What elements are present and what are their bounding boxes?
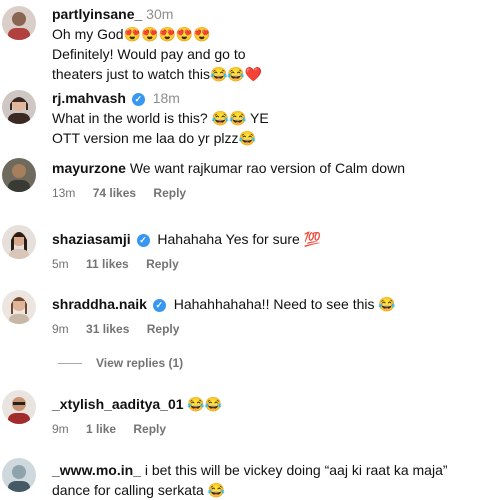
avatar[interactable] [2, 458, 36, 492]
avatar[interactable] [2, 225, 36, 259]
reply-button[interactable]: Reply [147, 322, 180, 336]
comment-text: Hahahhahaha!! Need to see this 😂 [173, 296, 396, 312]
view-replies-label: View replies (1) [96, 356, 184, 370]
comment-username[interactable]: _xtylish_aaditya_01 [52, 396, 184, 412]
likes-count[interactable]: 1 like [86, 422, 116, 436]
likes-count[interactable]: 31 likes [86, 322, 129, 336]
comment-text: We want rajkumar rao version of Calm dow… [129, 160, 405, 176]
verified-badge-icon: ✓ [131, 93, 145, 106]
comment-username[interactable]: shaziasamji [52, 231, 131, 247]
comment-time: 13m [52, 186, 76, 200]
divider-line [58, 363, 82, 365]
comment-time: 9m [52, 322, 69, 336]
avatar[interactable] [2, 90, 36, 124]
avatar[interactable] [2, 290, 36, 324]
comment-username[interactable]: rj.mahvash [52, 90, 126, 106]
comment-text: Definitely! Would pay and go to [52, 46, 246, 62]
reply-button[interactable]: Reply [133, 422, 166, 436]
comment-text: OTT version me laa do yr plzz😂 [52, 130, 256, 146]
likes-count[interactable]: 11 likes [86, 257, 129, 271]
comment-text: 😂😂 [187, 396, 223, 412]
comment-text: Hahahaha Yes for sure 💯 [157, 231, 322, 247]
comment-text: dance for calling serkata 😂 [52, 482, 226, 498]
comment-time: 18m [152, 90, 180, 106]
comment-time: 5m [52, 257, 69, 271]
comment-time: 30m [146, 6, 174, 22]
comment-username[interactable]: partlyinsane_ [52, 6, 142, 22]
comment-text: Oh my God😍😍😍😍😍 [52, 26, 211, 42]
avatar[interactable] [2, 6, 36, 40]
view-replies-button[interactable]: View replies (1) [58, 356, 183, 370]
reply-button[interactable]: Reply [153, 186, 186, 200]
verified-badge-icon: ✓ [152, 299, 166, 312]
avatar[interactable] [2, 158, 36, 192]
likes-count[interactable]: 74 likes [93, 186, 136, 200]
reply-button[interactable]: Reply [146, 257, 179, 271]
verified-badge-icon: ✓ [136, 234, 150, 247]
comment-text: theaters just to watch this😂😂❤️ [52, 66, 263, 82]
avatar[interactable] [2, 390, 36, 424]
comment-text: i bet this will be vickey doing “aaj ki … [144, 462, 448, 478]
comment-username[interactable]: mayurzone [52, 160, 126, 176]
comment-time: 9m [52, 422, 69, 436]
comment-text: What in the world is this? 😂😂 YE [52, 110, 269, 126]
comment-username[interactable]: _www.mo.in_ [52, 462, 141, 478]
comment-username[interactable]: shraddha.naik [52, 296, 147, 312]
